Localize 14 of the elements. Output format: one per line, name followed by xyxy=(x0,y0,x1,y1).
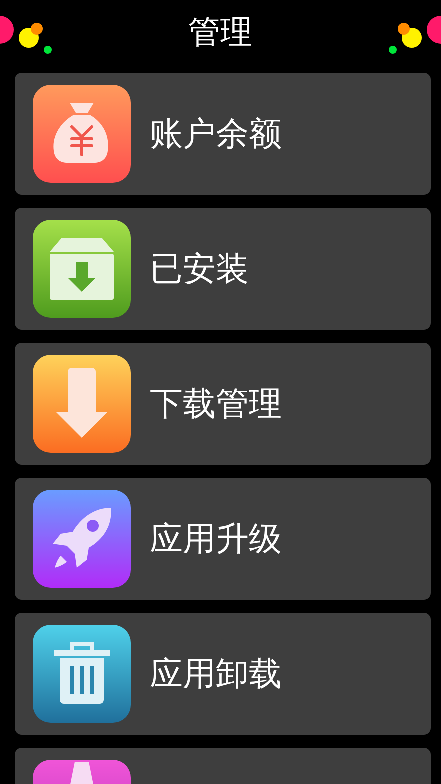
menu-item[interactable]: 账户余额 xyxy=(15,73,431,195)
menu-label: 账户余额 xyxy=(150,112,282,154)
trash-icon xyxy=(54,642,110,706)
box-download-icon xyxy=(48,236,116,302)
menu-label: 应用升级 xyxy=(150,518,282,560)
menu-label: 应用卸载 xyxy=(150,652,282,694)
page-title: 管理 xyxy=(188,16,252,48)
down-arrow-icon xyxy=(54,368,110,440)
menu-label: 已安装 xyxy=(150,248,249,290)
menu-item[interactable]: 应用升级 xyxy=(15,478,431,600)
menu-label: 下载管理 xyxy=(150,382,282,424)
menu-item[interactable]: 下载管理 xyxy=(15,343,431,465)
menu-item[interactable]: 已安装 xyxy=(15,208,431,330)
menu-item[interactable]: 应用卸载 xyxy=(15,613,431,735)
